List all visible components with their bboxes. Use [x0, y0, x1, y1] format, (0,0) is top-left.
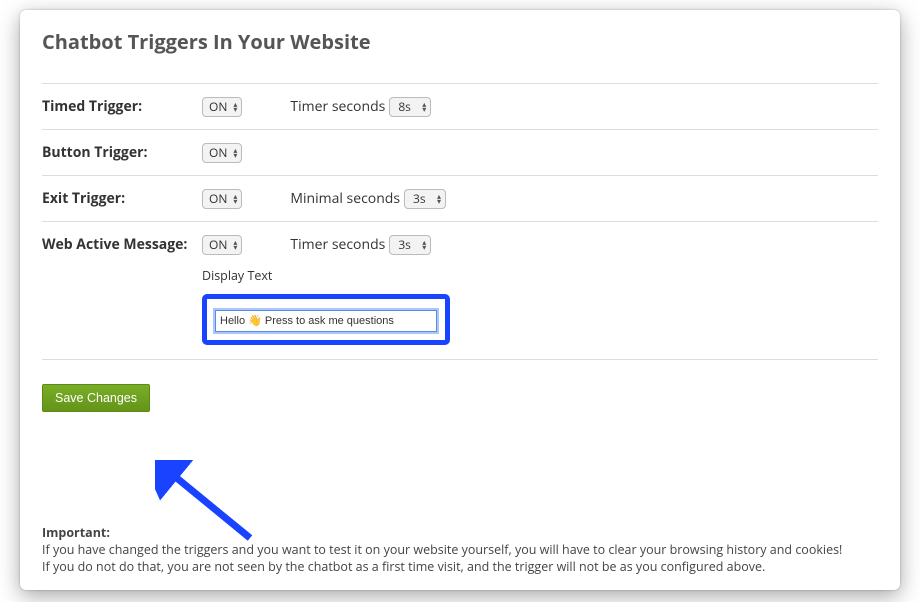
settings-panel: Chatbot Triggers In Your Website Timed T… [20, 10, 900, 590]
row-button-trigger: Button Trigger: ON ▴▾ [42, 129, 878, 175]
row-web-active-message: Web Active Message: ON ▴▾ Timer seconds … [42, 221, 878, 267]
select-exit-toggle[interactable]: ON ▴▾ [202, 189, 242, 209]
important-line-1: If you have changed the triggers and you… [42, 542, 878, 559]
updown-icon: ▴▾ [233, 102, 237, 112]
select-value: 3s [398, 236, 415, 253]
label-web-active-message: Web Active Message: [42, 235, 202, 254]
label-timer-seconds: Timer seconds [290, 97, 385, 116]
important-heading: Important: [42, 525, 878, 542]
updown-icon: ▴▾ [437, 194, 441, 204]
select-active-toggle[interactable]: ON ▴▾ [202, 235, 242, 255]
select-exit-seconds[interactable]: 3s ▴▾ [404, 189, 446, 209]
label-active-timer-seconds: Timer seconds [290, 235, 385, 254]
updown-icon: ▴▾ [233, 240, 237, 250]
updown-icon: ▴▾ [422, 102, 426, 112]
select-timed-seconds[interactable]: 8s ▴▾ [389, 97, 431, 117]
input-display-text[interactable] [215, 310, 437, 332]
select-button-toggle[interactable]: ON ▴▾ [202, 143, 242, 163]
important-note: Important: If you have changed the trigg… [42, 525, 878, 576]
label-exit-trigger: Exit Trigger: [42, 189, 202, 208]
select-timed-toggle[interactable]: ON ▴▾ [202, 97, 242, 117]
select-value: ON [209, 144, 231, 161]
select-value: ON [209, 190, 231, 207]
highlight-display-text [202, 294, 450, 345]
row-timed-trigger: Timed Trigger: ON ▴▾ Timer seconds 8s ▴▾ [42, 83, 878, 129]
divider [42, 359, 878, 360]
updown-icon: ▴▾ [422, 240, 426, 250]
select-value: ON [209, 98, 231, 115]
select-active-seconds[interactable]: 3s ▴▾ [389, 235, 431, 255]
select-value: 8s [398, 98, 415, 115]
label-timed-trigger: Timed Trigger: [42, 97, 202, 116]
label-minimal-seconds: Minimal seconds [290, 189, 400, 208]
important-line-2: If you do not do that, you are not seen … [42, 559, 878, 576]
label-button-trigger: Button Trigger: [42, 143, 202, 162]
updown-icon: ▴▾ [233, 194, 237, 204]
select-value: 3s [413, 190, 430, 207]
label-display-text: Display Text [42, 267, 878, 290]
select-value: ON [209, 236, 231, 253]
row-exit-trigger: Exit Trigger: ON ▴▾ Minimal seconds 3s ▴… [42, 175, 878, 221]
updown-icon: ▴▾ [233, 148, 237, 158]
save-button[interactable]: Save Changes [42, 384, 150, 412]
page-title: Chatbot Triggers In Your Website [42, 28, 878, 55]
